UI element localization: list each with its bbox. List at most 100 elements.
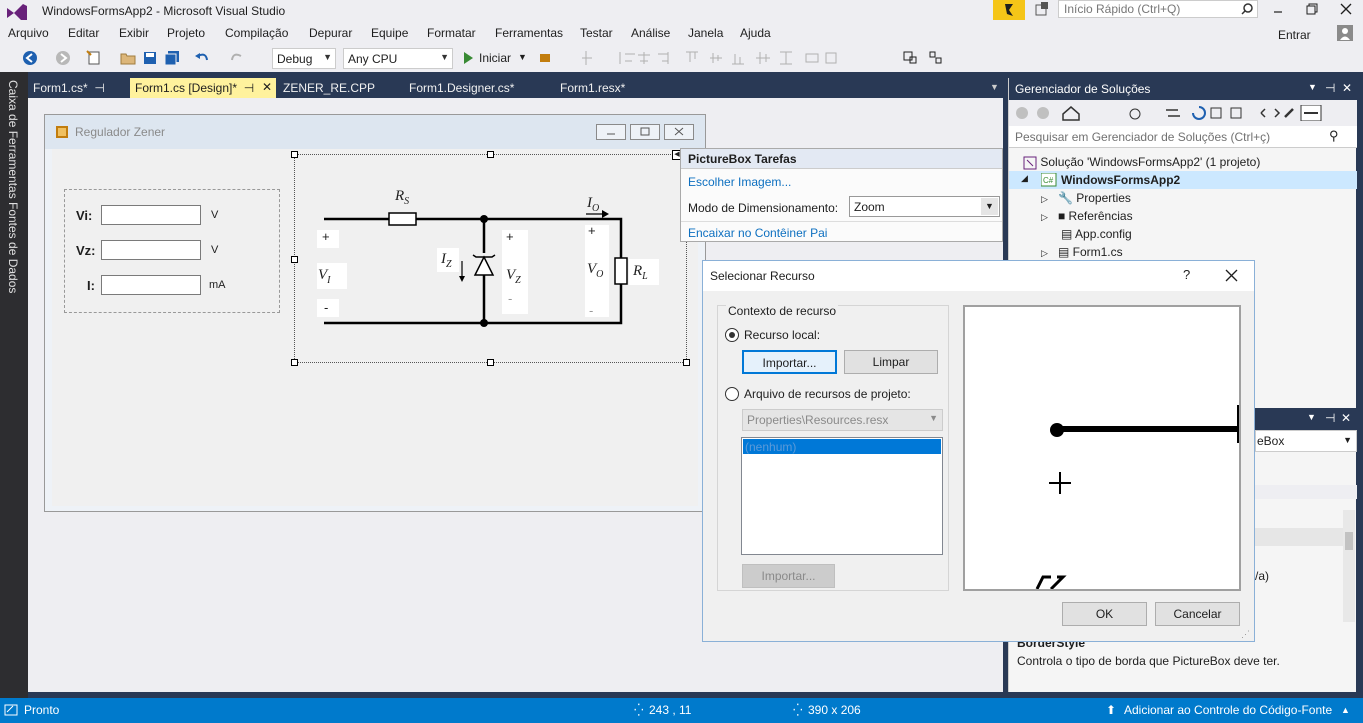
solution-search-input[interactable]: Pesquisar em Gerenciador de Soluções (Ct… — [1009, 126, 1357, 148]
undo-icon[interactable] — [194, 50, 210, 66]
tab-form1-resx[interactable]: Form1.resx* — [555, 78, 630, 98]
platform-select[interactable]: Any CPU ▼ — [343, 48, 453, 69]
import-button[interactable]: Importar... — [742, 350, 837, 374]
menu-item-ajuda[interactable]: Ajuda — [740, 26, 771, 40]
close-icon[interactable] — [1225, 269, 1238, 282]
size-mode-select[interactable]: Zoom ▼ — [849, 196, 1000, 217]
properties-object-select[interactable]: eBox ▼ — [1255, 430, 1357, 452]
smart-tag-header: PictureBox Tarefas — [681, 149, 1002, 169]
collapsed-arrow-icon[interactable]: ▷ — [1041, 248, 1048, 258]
resize-handle[interactable] — [683, 359, 690, 366]
pin-icon[interactable]: ⊣ — [1325, 81, 1335, 95]
properties-scrollbar[interactable] — [1343, 510, 1355, 622]
collapsed-arrow-icon[interactable]: ▷ — [1041, 212, 1048, 222]
tab-form1-designer-cs[interactable]: Form1.Designer.cs* — [404, 78, 519, 98]
vz-textbox[interactable] — [101, 240, 201, 260]
clear-button[interactable]: Limpar — [844, 350, 938, 374]
redo-icon[interactable] — [229, 50, 245, 66]
current-textbox[interactable] — [101, 275, 201, 295]
quick-launch-input[interactable]: Início Rápido (Ctrl+Q) — [1058, 0, 1258, 18]
help-button[interactable]: ? — [1183, 267, 1190, 282]
close-panel-icon[interactable]: ✕ — [1342, 81, 1352, 95]
menu-item-equipe[interactable]: Equipe — [371, 26, 408, 40]
back-icon[interactable] — [22, 50, 38, 66]
choose-image-link[interactable]: Escolher Imagem... — [688, 175, 791, 189]
scrollbar-thumb[interactable] — [1345, 532, 1353, 550]
vi-textbox[interactable] — [101, 205, 201, 225]
close-tab-icon[interactable]: ✕ — [262, 80, 272, 94]
resize-handle[interactable] — [291, 151, 298, 158]
chevron-down-icon: ▼ — [323, 52, 332, 62]
menu-item-janela[interactable]: Janela — [688, 26, 723, 40]
tab-form1-cs[interactable]: Form1.cs* ⊣ — [28, 78, 128, 98]
resource-list[interactable]: (nenhum) — [741, 437, 943, 555]
attach-icon[interactable] — [538, 50, 554, 66]
panel-menu-icon[interactable]: ▼ — [1307, 412, 1316, 422]
pin-icon[interactable]: ⊣ — [1325, 411, 1335, 425]
pin-icon[interactable]: ⊣ — [244, 81, 254, 95]
menu-item-arquivo[interactable]: Arquivo — [8, 26, 49, 40]
save-icon[interactable] — [142, 50, 158, 66]
menu-item-ferramentas[interactable]: Ferramentas — [495, 26, 563, 40]
circuit-picturebox[interactable]: RS IO IZ VZ VI VO RL + - + - + - ◀ — [291, 150, 690, 366]
tree-item-app-config[interactable]: ▤ App.config — [1061, 227, 1132, 241]
new-project-icon[interactable] — [86, 50, 102, 66]
sign-in-link[interactable]: Entrar — [1278, 28, 1311, 42]
tree-item-solution[interactable]: Solução 'WindowsFormsApp2' (1 projeto) — [1023, 155, 1260, 170]
menu-item-compilacao[interactable]: Compilação — [225, 26, 288, 40]
ok-button[interactable]: OK — [1062, 602, 1147, 626]
list-item[interactable]: (nenhum) — [743, 439, 941, 454]
cancel-button[interactable]: Cancelar — [1155, 602, 1240, 626]
resize-handle[interactable] — [291, 359, 298, 366]
tree-item-project[interactable]: ◢ C# WindowsFormsApp2 — [1009, 171, 1357, 189]
resize-handle[interactable] — [487, 359, 494, 366]
notifications-icon[interactable] — [1033, 2, 1051, 18]
chevron-up-icon[interactable]: ▲ — [1341, 705, 1350, 715]
forward-icon[interactable] — [55, 50, 71, 66]
resx-file-select[interactable]: Properties\Resources.resx ▼ — [742, 409, 943, 431]
data-sources-tab[interactable]: Fontes de Dados — [6, 202, 20, 293]
tab-zener-re-cpp[interactable]: ZENER_RE.CPP — [278, 78, 380, 98]
property-row-selected[interactable] — [1255, 528, 1343, 546]
menu-item-formatar[interactable]: Formatar — [427, 26, 476, 40]
pin-icon[interactable]: ⊣ — [94, 81, 104, 95]
menu-item-editar[interactable]: Editar — [68, 26, 99, 40]
source-control-link[interactable]: Adicionar ao Controle do Código-Fonte — [1124, 703, 1332, 717]
resize-handle[interactable] — [487, 151, 494, 158]
feedback-icon[interactable] — [993, 0, 1025, 20]
close-panel-icon[interactable]: ✕ — [1341, 411, 1351, 425]
restore-icon[interactable] — [1305, 2, 1319, 16]
input-group-box[interactable]: Vi: V Vz: V I: mA — [64, 189, 280, 313]
tree-item-references[interactable]: ▷ ■ Referências — [1041, 209, 1133, 223]
resize-grip-icon[interactable]: ⋰ — [1241, 629, 1250, 640]
configuration-select[interactable]: Debug ▼ — [272, 48, 336, 69]
menu-item-depurar[interactable]: Depurar — [309, 26, 352, 40]
collapsed-arrow-icon[interactable]: ▷ — [1041, 194, 1048, 204]
project-resource-radio[interactable] — [725, 387, 739, 401]
tree-item-form1[interactable]: ▷ ▤ Form1.cs — [1041, 245, 1123, 259]
import-disabled-button[interactable]: Importar... — [742, 564, 835, 588]
menu-item-exibir[interactable]: Exibir — [119, 26, 149, 40]
toolbox-tab[interactable]: Caixa de Ferramentas — [6, 80, 20, 199]
panel-menu-icon[interactable]: ▼ — [1308, 82, 1317, 92]
open-folder-icon[interactable] — [120, 50, 136, 66]
save-all-icon[interactable] — [164, 50, 180, 66]
menu-item-projeto[interactable]: Projeto — [167, 26, 205, 40]
dock-in-parent-link[interactable]: Encaixar no Contêiner Pai — [688, 226, 827, 240]
form-window[interactable]: Regulador Zener Vi: V Vz: V I: mA RS IO … — [44, 114, 706, 512]
smart-tag-panel: PictureBox Tarefas Escolher Imagem... Mo… — [680, 148, 1003, 242]
solution-toolbar-icons[interactable] — [1013, 105, 1343, 121]
menu-item-analise[interactable]: Análise — [631, 26, 670, 40]
resize-handle[interactable] — [291, 256, 298, 263]
chevron-down-icon: ▼ — [929, 413, 938, 423]
minimize-icon[interactable] — [1272, 4, 1284, 16]
tab-form1-design[interactable]: Form1.cs [Design]* ⊣ ✕ — [130, 78, 276, 98]
account-icon[interactable] — [1337, 25, 1353, 41]
close-icon[interactable] — [1339, 2, 1353, 16]
vo-minus-sign: - — [589, 303, 594, 318]
expanded-arrow-icon[interactable]: ◢ — [1021, 173, 1028, 184]
tree-item-properties[interactable]: ▷ 🔧 Properties — [1041, 191, 1131, 205]
tab-overflow-icon[interactable]: ▼ — [990, 82, 999, 92]
menu-item-testar[interactable]: Testar — [580, 26, 613, 40]
local-resource-radio[interactable] — [725, 328, 739, 342]
